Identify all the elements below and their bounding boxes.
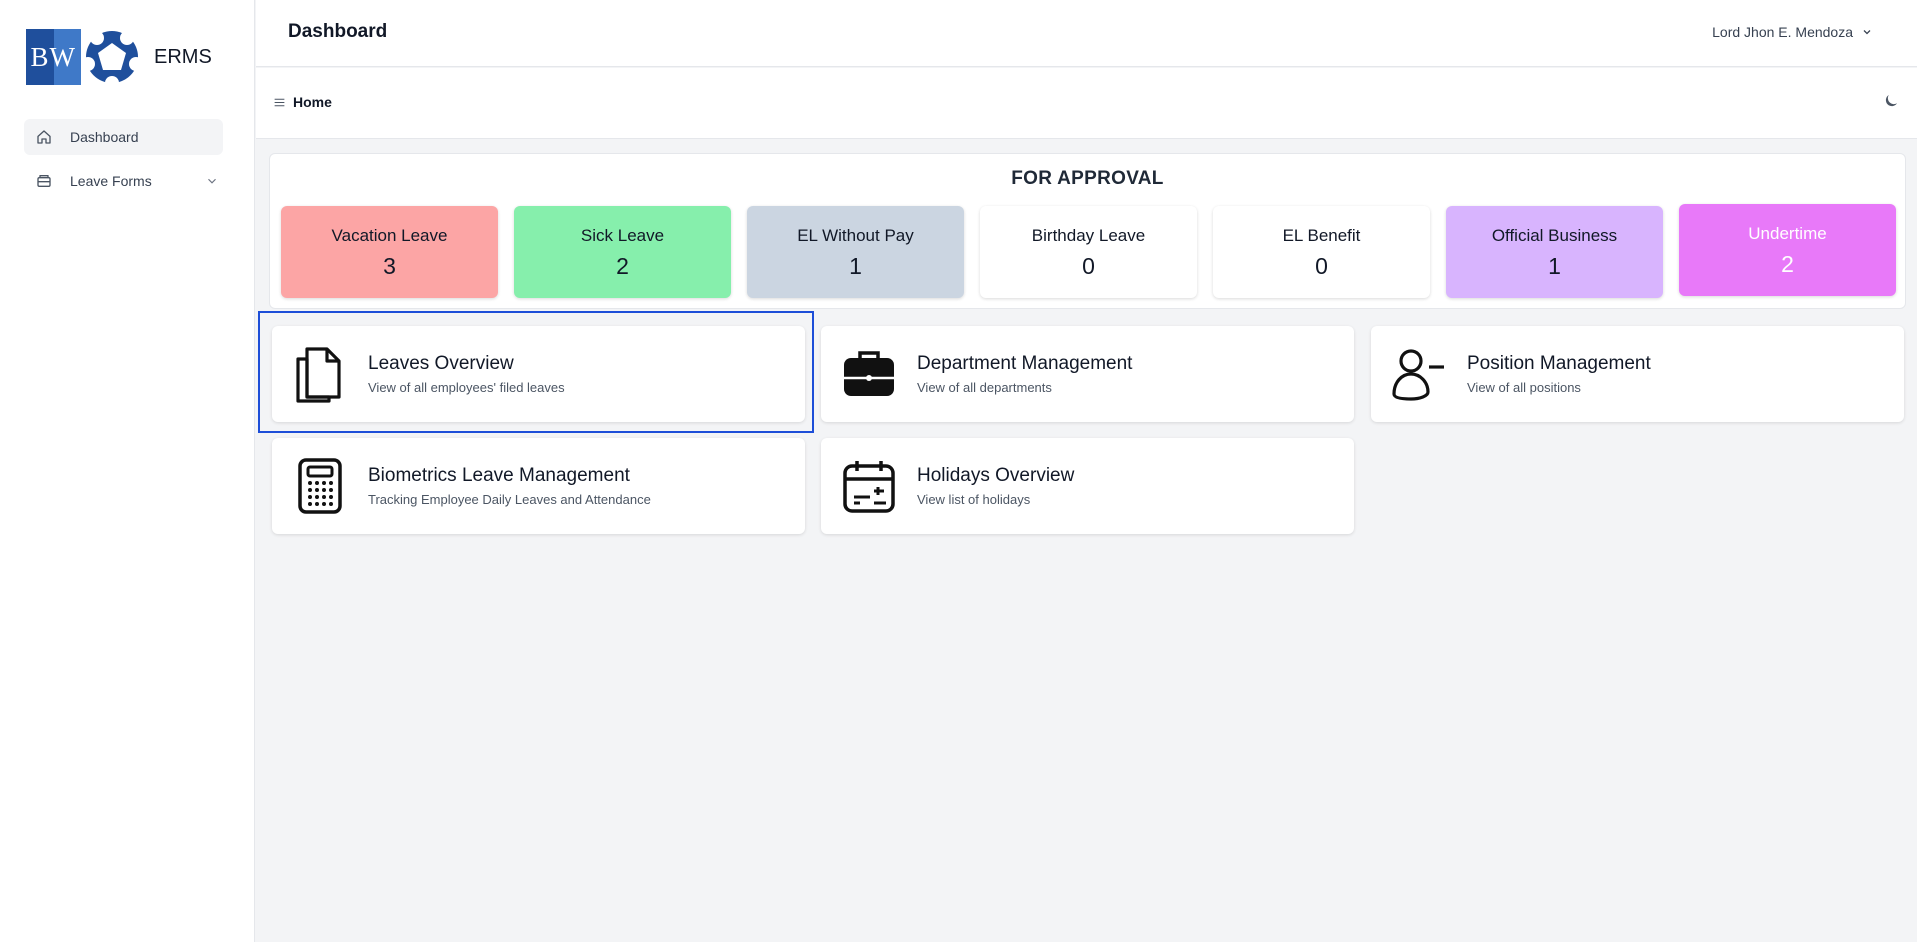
briefcase-icon bbox=[841, 346, 897, 402]
stat-value: 3 bbox=[383, 253, 396, 279]
module-subtitle: Tracking Employee Daily Leaves and Atten… bbox=[368, 492, 651, 507]
module-subtitle: View of all departments bbox=[917, 380, 1052, 395]
stat-value: 0 bbox=[1315, 253, 1328, 279]
module-title: Biometrics Leave Management bbox=[368, 465, 630, 486]
el-benefit-card[interactable]: EL Benefit 0 bbox=[1213, 206, 1430, 298]
leaves-overview-card[interactable]: Leaves Overview View of all employees' f… bbox=[272, 326, 805, 422]
vacation-leave-card[interactable]: Vacation Leave 3 bbox=[281, 206, 498, 298]
sidebar: BW ERMS Dashboard Leave Forms bbox=[0, 0, 255, 942]
user-menu[interactable]: Lord Jhon E. Mendoza bbox=[1712, 24, 1873, 40]
birthday-leave-card[interactable]: Birthday Leave 0 bbox=[980, 206, 1197, 298]
module-title: Position Management bbox=[1467, 353, 1651, 374]
module-subtitle: View list of holidays bbox=[917, 492, 1031, 507]
position-management-card[interactable]: Position Management View of all position… bbox=[1371, 326, 1904, 422]
sick-leave-card[interactable]: Sick Leave 2 bbox=[514, 206, 731, 298]
stat-label: Vacation Leave bbox=[331, 226, 448, 245]
breadcrumb-bar: Home bbox=[256, 68, 1917, 139]
dark-mode-toggle[interactable] bbox=[1882, 92, 1900, 115]
module-title: Department Management bbox=[917, 353, 1133, 374]
logo-emblem-icon bbox=[83, 28, 142, 86]
stat-value: 1 bbox=[849, 253, 862, 279]
sidebar-item-dashboard[interactable]: Dashboard bbox=[24, 119, 223, 155]
company-logo: BW bbox=[26, 28, 142, 86]
user-minus-icon bbox=[1391, 346, 1447, 402]
biometrics-leave-management-card[interactable]: Biometrics Leave Management Tracking Emp… bbox=[272, 438, 805, 534]
stat-value: 2 bbox=[1781, 251, 1794, 277]
documents-icon bbox=[292, 346, 348, 403]
moon-icon bbox=[1882, 92, 1900, 115]
holidays-overview-card[interactable]: Holidays Overview View list of holidays bbox=[821, 438, 1354, 534]
user-name: Lord Jhon E. Mendoza bbox=[1712, 24, 1853, 40]
logo-bw-block: BW bbox=[26, 29, 81, 85]
sidebar-item-label: Leave Forms bbox=[70, 173, 152, 189]
sidebar-nav: Dashboard Leave Forms bbox=[24, 119, 223, 207]
department-management-card[interactable]: Department Management View of all depart… bbox=[821, 326, 1354, 422]
stat-label: EL Without Pay bbox=[797, 226, 914, 245]
undertime-card[interactable]: Undertime 2 bbox=[1679, 204, 1896, 296]
home-icon bbox=[35, 128, 53, 146]
tray-icon bbox=[35, 172, 53, 190]
sidebar-item-label: Dashboard bbox=[70, 129, 139, 145]
sidebar-item-leave-forms[interactable]: Leave Forms bbox=[24, 163, 223, 199]
module-subtitle: View of all positions bbox=[1467, 380, 1581, 395]
stat-label: EL Benefit bbox=[1282, 226, 1361, 245]
module-subtitle: View of all employees' filed leaves bbox=[368, 380, 565, 395]
stat-label: Undertime bbox=[1748, 224, 1827, 243]
top-header: Dashboard Lord Jhon E. Mendoza bbox=[256, 0, 1917, 67]
hamburger-menu-icon[interactable] bbox=[273, 96, 286, 109]
chevron-down-icon bbox=[1861, 26, 1873, 38]
stat-value: 0 bbox=[1082, 253, 1095, 279]
stat-label: Sick Leave bbox=[580, 226, 665, 245]
stat-label: Birthday Leave bbox=[1031, 226, 1146, 245]
breadcrumb-home[interactable]: Home bbox=[293, 94, 332, 110]
el-without-pay-card[interactable]: EL Without Pay 1 bbox=[747, 206, 964, 298]
brand-name: ERMS bbox=[154, 45, 212, 68]
approval-title: FOR APPROVAL bbox=[1011, 168, 1164, 189]
chevron-down-icon[interactable] bbox=[205, 174, 219, 188]
module-title: Leaves Overview bbox=[368, 353, 514, 374]
for-approval-panel: FOR APPROVAL Vacation Leave 3 Sick Leave… bbox=[269, 153, 1906, 309]
module-title: Holidays Overview bbox=[917, 465, 1075, 486]
official-business-card[interactable]: Official Business 1 bbox=[1446, 206, 1663, 298]
stat-label: Official Business bbox=[1491, 226, 1618, 245]
page-title: Dashboard bbox=[288, 21, 388, 42]
logo-text: BW bbox=[30, 41, 76, 72]
calculator-icon bbox=[292, 458, 348, 514]
stat-value: 2 bbox=[616, 253, 629, 279]
calendar-icon bbox=[841, 458, 897, 514]
brand[interactable]: BW ERMS bbox=[26, 28, 212, 86]
stat-value: 1 bbox=[1548, 253, 1561, 279]
breadcrumb: Home bbox=[273, 94, 332, 110]
